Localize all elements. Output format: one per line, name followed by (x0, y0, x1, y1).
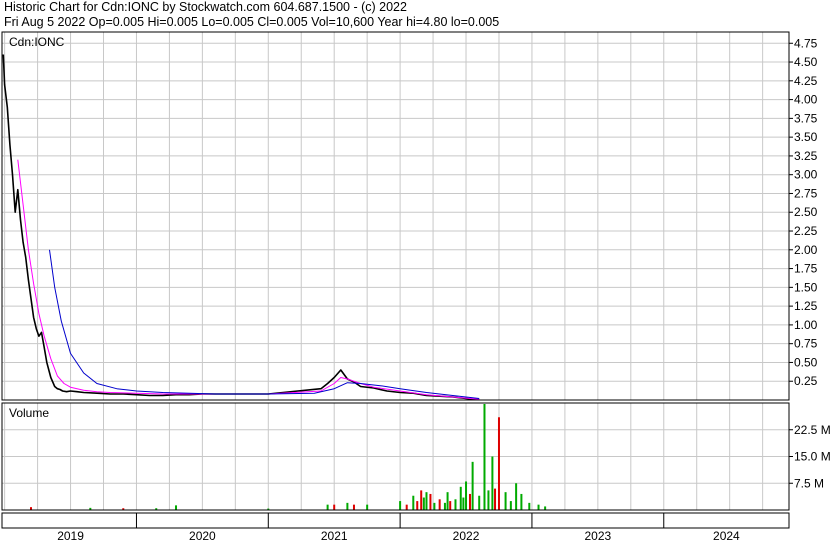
volume-bar (429, 493, 432, 510)
price-tick-label: 3.25 (794, 149, 818, 163)
volume-bar (515, 483, 518, 510)
volume-bar (504, 492, 507, 510)
year-tick-label: 2024 (713, 529, 740, 543)
volume-bar (449, 501, 452, 510)
volume-bar (366, 504, 369, 510)
year-axis-frame (1, 512, 790, 529)
price-tick-label: 4.00 (794, 93, 818, 107)
volume-bar (420, 490, 423, 510)
price-tick-label: 0.75 (794, 337, 818, 351)
volume-bar (352, 504, 355, 510)
volume-bar (520, 493, 523, 510)
price-tick-label: 2.75 (794, 186, 818, 200)
volume-bar (471, 461, 474, 510)
price-panel-title: Cdn:IONC (9, 35, 65, 49)
volume-axis-labels: 7.5 M 15.0 M 22.5 M (794, 423, 830, 491)
volume-bar (487, 490, 490, 510)
volume-bar (494, 488, 497, 510)
price-axis-labels: 0.25 0.50 0.75 1.00 1.25 1.50 1.75 2.00 2.25 2.50… (794, 36, 818, 388)
volume-bar (537, 504, 540, 510)
volume-panel-title: Volume (9, 406, 49, 420)
price-grid (2, 32, 789, 400)
chart-frames (1, 31, 793, 529)
volume-bar (175, 505, 178, 510)
volume-bar (443, 502, 446, 510)
price-tick-label: 4.50 (794, 55, 818, 69)
volume-bar (422, 497, 425, 510)
volume-bar (509, 501, 512, 510)
price-panel-frame (1, 31, 790, 401)
volume-grid (2, 403, 789, 510)
volume-tick-label: 22.5 M (794, 423, 830, 437)
price-tick-label: 2.00 (794, 243, 818, 257)
year-tick-label: 2023 (585, 529, 612, 543)
price-tick-label: 0.25 (794, 374, 818, 388)
price-tick-label: 4.25 (794, 74, 818, 88)
volume-bar (497, 417, 500, 510)
volume-bar (491, 456, 494, 510)
volume-bar (446, 492, 449, 510)
volume-bar (544, 506, 547, 510)
year-tick-label: 2022 (453, 529, 480, 543)
year-axis-labels: 2019 2020 2021 2022 2023 2024 (57, 529, 740, 543)
price-tick-label: 2.50 (794, 205, 818, 219)
volume-bar (483, 404, 486, 510)
volume-bar (333, 504, 336, 510)
price-tick-label: 1.00 (794, 318, 818, 332)
year-tick-label: 2021 (321, 529, 348, 543)
price-tick-label: 3.75 (794, 111, 818, 125)
price-tick-label: 0.50 (794, 355, 818, 369)
volume-bar (433, 502, 436, 510)
price-tick-label: 4.75 (794, 36, 818, 50)
volume-bar (468, 493, 471, 510)
series-line-ma-long (49, 249, 480, 399)
volume-bar (326, 504, 329, 510)
volume-bar (412, 495, 415, 510)
volume-bar (454, 499, 457, 510)
volume-bar (465, 481, 468, 510)
price-tick-label: 2.25 (794, 224, 818, 238)
stock-chart: 0.25 0.50 0.75 1.00 1.25 1.50 1.75 2.00 2.25 2.50… (1, 31, 830, 543)
volume-bar (438, 499, 441, 510)
volume-bar (462, 497, 465, 510)
volume-bar (528, 502, 531, 510)
volume-bar (405, 504, 408, 510)
volume-bar (459, 486, 462, 510)
volume-bar (478, 495, 481, 510)
volume-tick-label: 15.0 M (794, 450, 830, 464)
volume-bar (399, 501, 402, 510)
volume-bar (346, 502, 349, 510)
volume-bar (416, 501, 419, 510)
volume-bar (425, 492, 428, 510)
year-tick-label: 2019 (57, 529, 84, 543)
series-line-ma-short (17, 159, 480, 400)
price-tick-label: 3.00 (794, 168, 818, 182)
price-lines (2, 54, 480, 401)
volume-tick-label: 7.5 M (794, 476, 824, 490)
price-tick-label: 3.50 (794, 130, 818, 144)
price-tick-label: 1.25 (794, 299, 818, 313)
price-tick-label: 1.50 (794, 280, 818, 294)
price-tick-label: 1.75 (794, 262, 818, 276)
year-tick-label: 2020 (189, 529, 216, 543)
series-line-price (2, 54, 480, 401)
